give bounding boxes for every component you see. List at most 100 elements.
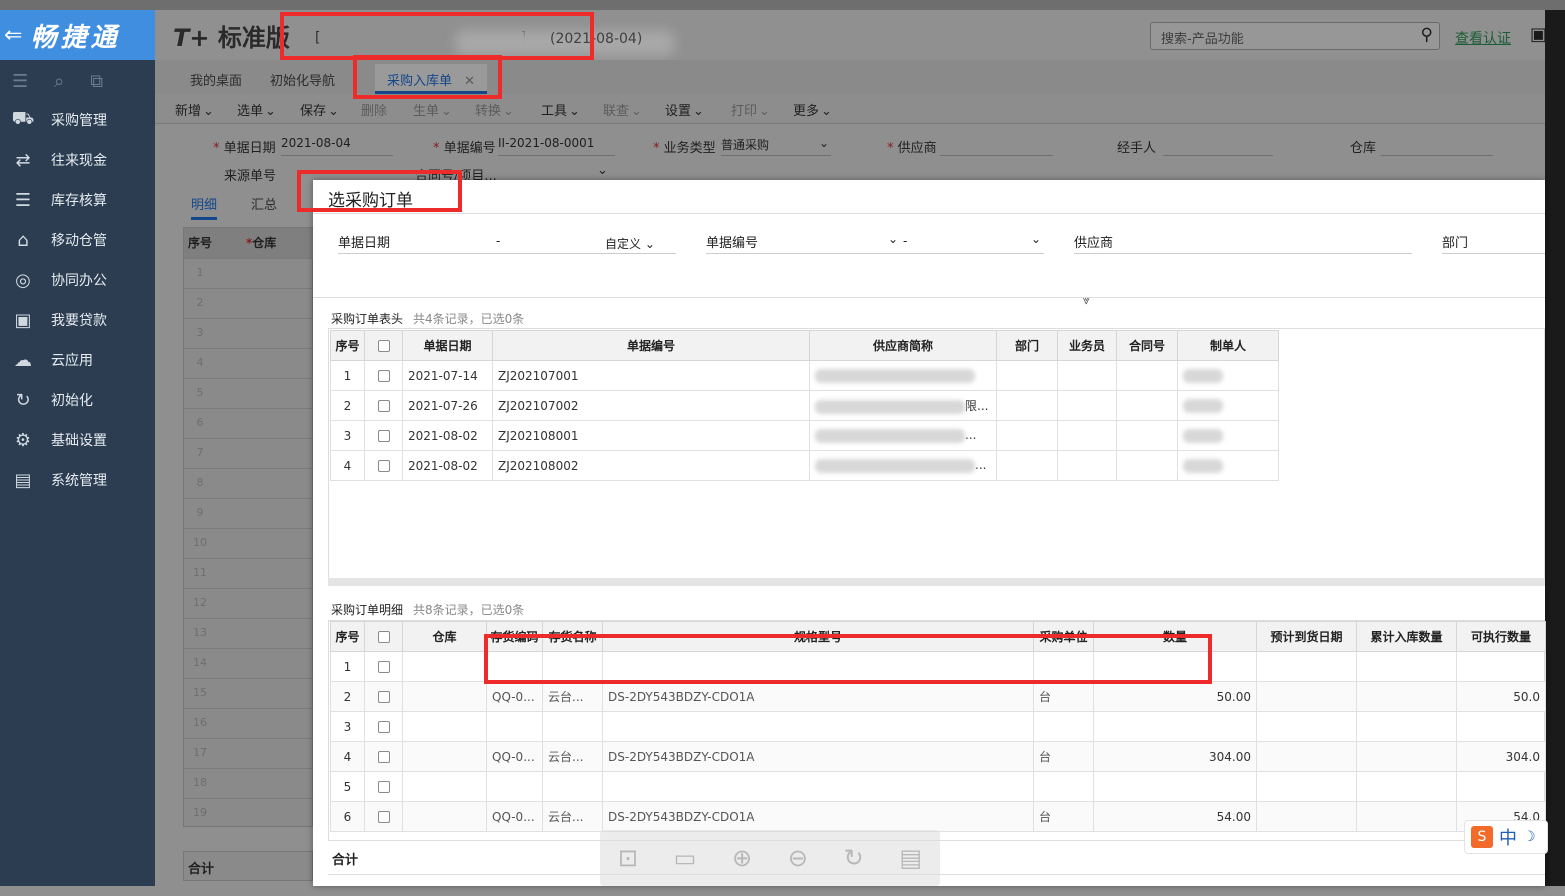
chevron-down-icon[interactable]: ⌄ bbox=[1031, 232, 1041, 246]
table-row[interactable]: 1 2021-07-14 ZJ202107001 bbox=[330, 360, 1279, 391]
sidebar-item[interactable]: ⛟ 采购管理 bbox=[0, 100, 155, 140]
sidebar-item[interactable]: ◎ 协同办公 bbox=[0, 260, 155, 300]
row-checkbox[interactable] bbox=[364, 741, 403, 772]
table-row[interactable]: 4 QQ-0... 云台... DS-2DY543BDZY-CDO1A 台 304.00 3… bbox=[330, 741, 1546, 772]
column-header[interactable]: 供应商简称 bbox=[809, 330, 997, 361]
table-row: 4 bbox=[184, 348, 314, 378]
back-arrow-icon[interactable]: ⇐ bbox=[4, 23, 22, 48]
zoom-in-icon[interactable]: ⊕ bbox=[732, 844, 752, 872]
column-header[interactable]: 累计入库数量 bbox=[1356, 621, 1457, 652]
select-all-checkbox[interactable] bbox=[377, 340, 390, 352]
row-checkbox[interactable] bbox=[364, 711, 403, 742]
query-docno-label: 单据编号 bbox=[706, 236, 759, 251]
toolbar-item[interactable]: 选单 ⌄ bbox=[237, 100, 276, 119]
toolbar-item[interactable]: 生单 ⌄ bbox=[413, 100, 452, 119]
toolbar-item[interactable]: 新增 ⌄ bbox=[175, 100, 214, 119]
toolbar-item[interactable]: 联查 ⌄ bbox=[603, 100, 642, 119]
redacted-text bbox=[1183, 458, 1223, 473]
rotate-icon[interactable]: ↻ bbox=[844, 844, 864, 872]
handler-field[interactable] bbox=[1163, 136, 1273, 156]
actual-size-icon[interactable]: ⊡ bbox=[618, 844, 638, 872]
sidebar-item[interactable]: ⇄ 往来现金 bbox=[0, 140, 155, 180]
row-checkbox[interactable] bbox=[364, 390, 403, 421]
table-row[interactable]: 3 bbox=[330, 711, 1546, 742]
order-code: ZJ202108002 bbox=[492, 450, 810, 481]
order-code: ZJ202107001 bbox=[492, 360, 810, 391]
column-header[interactable] bbox=[364, 621, 403, 652]
column-header[interactable]: 序号 bbox=[330, 330, 365, 361]
collapse-chevron-icon[interactable]: ⩔ bbox=[1083, 293, 1090, 308]
maker-name bbox=[1177, 450, 1279, 481]
brand-bar[interactable]: ⇐ 畅捷通 bbox=[0, 10, 155, 60]
search-icon[interactable]: ⚲ bbox=[1421, 25, 1433, 45]
table-row[interactable]: 4 2021-08-02 ZJ202108002... bbox=[330, 450, 1279, 481]
column-header[interactable]: 制单人 bbox=[1177, 330, 1279, 361]
chevron-down-icon[interactable]: ⌄ bbox=[888, 232, 898, 246]
horizontal-scrollbar[interactable] bbox=[328, 578, 1545, 586]
toolbar-item[interactable]: 保存 ⌄ bbox=[300, 100, 339, 119]
column-header[interactable]: 业务员 bbox=[1057, 330, 1117, 361]
sidebar-item[interactable]: ↻ 初始化 bbox=[0, 380, 155, 420]
row-checkbox[interactable] bbox=[364, 651, 403, 682]
table-row: 14 bbox=[184, 648, 314, 678]
fit-screen-icon[interactable]: ▭ bbox=[674, 844, 697, 872]
toolbar-item[interactable]: 打印 ⌄ bbox=[731, 100, 770, 119]
table-row[interactable]: 2 QQ-0... 云台... DS-2DY543BDZY-CDO1A 台 50.00 50… bbox=[330, 681, 1546, 712]
sidebar-item[interactable]: ▣ 我要贷款 bbox=[0, 300, 155, 340]
empty-cell bbox=[1256, 681, 1357, 712]
column-header[interactable]: 预计到货日期 bbox=[1256, 621, 1357, 652]
toolbar-item[interactable]: 设置 ⌄ bbox=[665, 100, 704, 119]
search-input[interactable]: 搜索-产品功能 ⚲ bbox=[1150, 22, 1440, 50]
row-checkbox[interactable] bbox=[364, 801, 403, 832]
column-header[interactable]: 单据日期 bbox=[402, 330, 493, 361]
search-history-icon[interactable]: ⌕ bbox=[54, 71, 64, 92]
tab-home[interactable]: 我的桌面 bbox=[190, 70, 242, 89]
menu-icon[interactable]: ☰ bbox=[12, 71, 28, 92]
column-header[interactable]: 合同号 bbox=[1116, 330, 1178, 361]
detail-code: QQ-0... bbox=[486, 681, 543, 712]
toolbar-item[interactable]: 删除 bbox=[361, 100, 387, 119]
select-all-checkbox[interactable] bbox=[377, 631, 390, 643]
column-header[interactable] bbox=[364, 330, 403, 361]
tab-init-nav[interactable]: 初始化导航 bbox=[270, 70, 335, 89]
column-header[interactable]: 仓库 bbox=[402, 621, 487, 652]
tab-summary[interactable]: 汇总 bbox=[251, 194, 277, 213]
column-header[interactable]: 可执行数量 bbox=[1456, 621, 1546, 652]
save-icon[interactable]: ▤ bbox=[899, 844, 922, 872]
warehouse-field[interactable] bbox=[1381, 136, 1493, 156]
tab-detail[interactable]: 明细 bbox=[191, 194, 218, 220]
zoom-out-icon[interactable]: ⊖ bbox=[788, 844, 808, 872]
toolbar-item[interactable]: 工具 ⌄ bbox=[541, 100, 580, 119]
sidebar-item[interactable]: ☁ 云应用 bbox=[0, 340, 155, 380]
biz-type-select[interactable]: 普通采购 ⌄ bbox=[721, 136, 831, 156]
doc-date-label: * 单据日期 bbox=[213, 141, 276, 156]
empty-cell bbox=[996, 420, 1058, 451]
sidebar-item[interactable]: ⚙ 基础设置 bbox=[0, 420, 155, 460]
column-header[interactable]: 序号 bbox=[330, 621, 365, 652]
table-row[interactable]: 6 QQ-0... 云台... DS-2DY543BDZY-CDO1A 台 54.00 54… bbox=[330, 801, 1546, 832]
column-header[interactable]: 单据编号 bbox=[492, 330, 810, 361]
date-custom-select[interactable]: 自定义 ⌄ bbox=[605, 235, 655, 252]
doc-no-field[interactable]: II-2021-08-0001 bbox=[498, 136, 615, 156]
table-row[interactable]: 2 2021-07-26 ZJ202107002 限... bbox=[330, 390, 1279, 421]
chevron-down-icon[interactable]: ⌄ bbox=[597, 163, 608, 178]
row-checkbox[interactable] bbox=[364, 420, 403, 451]
supplier-field[interactable] bbox=[940, 136, 1053, 156]
row-checkbox[interactable] bbox=[364, 681, 403, 712]
column-header[interactable]: 部门 bbox=[996, 330, 1058, 361]
table-row[interactable]: 3 2021-08-02 ZJ202108001... bbox=[330, 420, 1279, 451]
toolbar-item[interactable]: 转换 ⌄ bbox=[475, 100, 514, 119]
sidebar-item[interactable]: ⌂ 移动仓管 bbox=[0, 220, 155, 260]
row-checkbox[interactable] bbox=[364, 450, 403, 481]
verify-link[interactable]: 查看认证 bbox=[1455, 28, 1511, 48]
toolbar-item[interactable]: 更多 ⌄ bbox=[793, 100, 832, 119]
row-checkbox[interactable] bbox=[364, 360, 403, 391]
sidebar-item[interactable]: ☰ 库存核算 bbox=[0, 180, 155, 220]
new-window-icon[interactable]: ⧉ bbox=[90, 71, 103, 92]
row-checkbox[interactable] bbox=[364, 771, 403, 802]
doc-date-field[interactable]: 2021-08-04 bbox=[281, 136, 393, 156]
table-row[interactable]: 5 bbox=[330, 771, 1546, 802]
sidebar-item-label: 协同办公 bbox=[51, 273, 107, 289]
sidebar-item[interactable]: ▤ 系统管理 bbox=[0, 460, 155, 500]
ime-indicator[interactable]: S 中 ☽ bbox=[1464, 820, 1548, 854]
